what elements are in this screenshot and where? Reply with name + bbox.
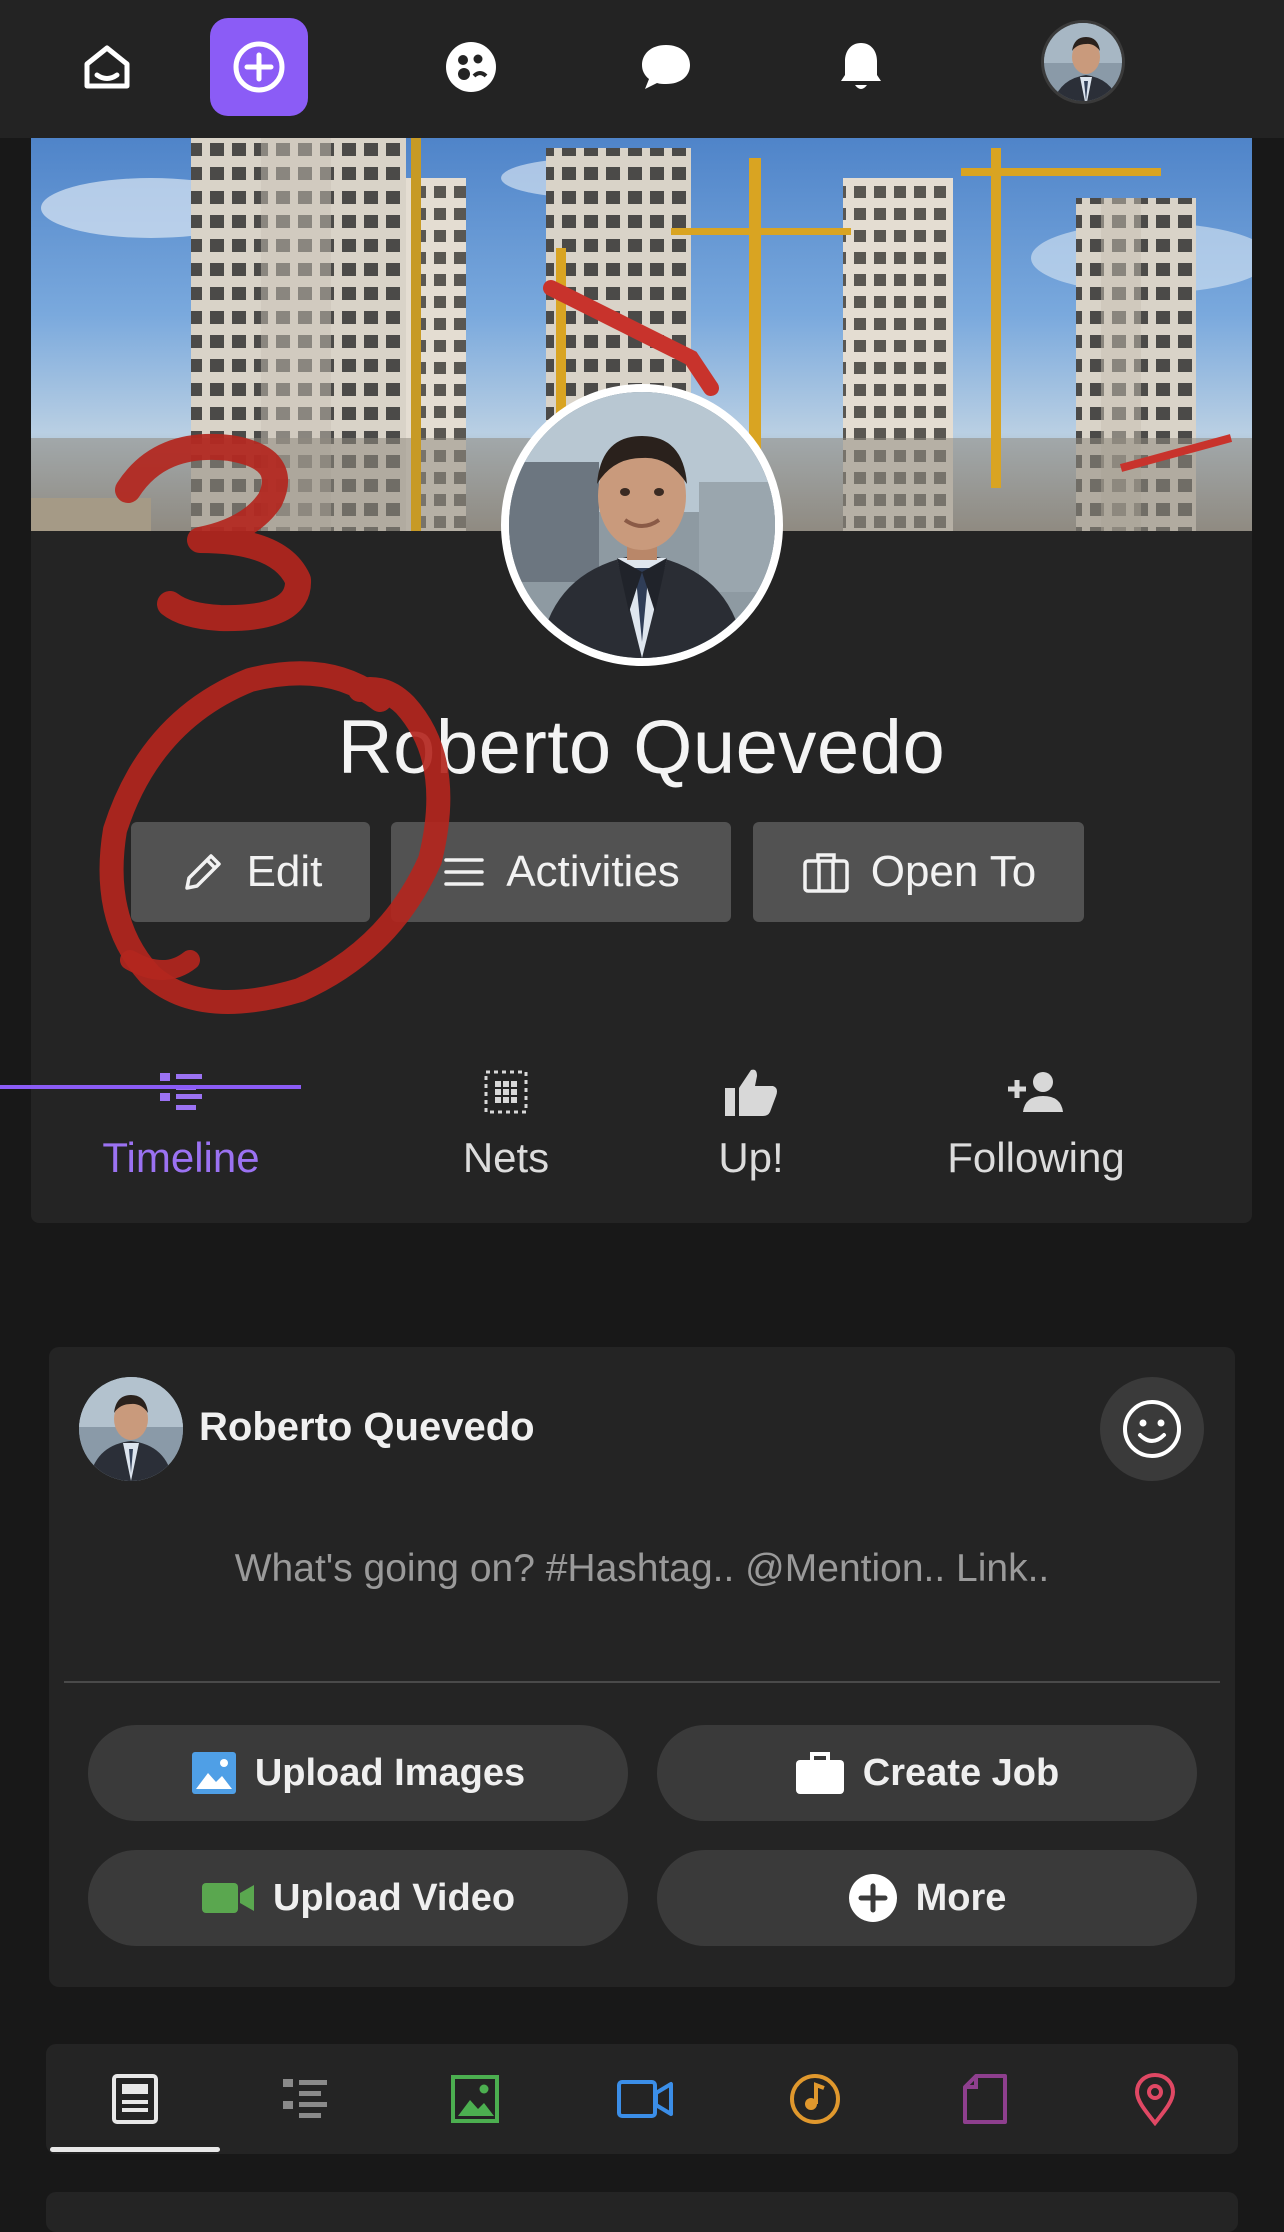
image-icon (451, 2075, 499, 2123)
upload-video-button[interactable]: Upload Video (88, 1850, 628, 1946)
tab-up[interactable]: Up! (651, 1038, 851, 1223)
tab-timeline[interactable]: Timeline (31, 1038, 331, 1223)
upload-images-label: Upload Images (254, 1751, 526, 1794)
activities-button[interactable]: Activities (391, 822, 731, 922)
active-content-type-indicator (50, 2147, 220, 2152)
profile-tabs: Timeline Nets Up! Following (31, 1038, 1252, 1223)
open-to-button-label: Open To (870, 847, 1037, 896)
home-icon (84, 45, 130, 89)
file-icon (963, 2074, 1007, 2124)
thumbs-up-icon (725, 1069, 777, 1116)
home-nav-button[interactable] (58, 18, 156, 116)
open-to-button[interactable]: Open To (753, 822, 1084, 922)
location-icon (1134, 2072, 1176, 2126)
top-navigation-bar (0, 0, 1284, 138)
upload-video-label: Upload Video (272, 1876, 516, 1919)
tab-following[interactable]: Following (886, 1038, 1186, 1223)
upload-images-button[interactable]: Upload Images (88, 1725, 628, 1821)
chat-bubble-icon (642, 45, 690, 89)
tab-timeline-label: Timeline (102, 1134, 260, 1181)
add-circle-icon (233, 41, 285, 93)
list-icon (283, 2079, 327, 2118)
edit-button-label: Edit (246, 847, 323, 896)
tab-locations[interactable] (1070, 2044, 1240, 2154)
plus-circle-icon (848, 1874, 897, 1922)
bell-icon (841, 43, 881, 89)
briefcase-icon (802, 853, 849, 893)
audio-icon (790, 2074, 840, 2124)
edit-button[interactable]: Edit (131, 822, 370, 922)
avatar[interactable] (1041, 20, 1125, 104)
grid-icon (484, 1070, 528, 1114)
more-button[interactable]: More (657, 1850, 1197, 1946)
timeline-icon (160, 1073, 202, 1110)
smiley-icon (1123, 1400, 1181, 1458)
person-add-icon (1008, 1072, 1063, 1112)
active-tab-indicator (0, 1085, 301, 1089)
tab-up-label: Up! (718, 1134, 784, 1181)
post-composer: Roberto Quevedo What's going on? #Hashta… (49, 1347, 1235, 1987)
tab-lists[interactable] (220, 2044, 390, 2154)
tab-videos[interactable] (560, 2044, 730, 2154)
profile-name: Roberto Quevedo (337, 705, 946, 790)
composer-user-name: Roberto Quevedo (199, 1405, 535, 1449)
video-icon (617, 2080, 673, 2118)
create-job-button[interactable]: Create Job (657, 1725, 1197, 1821)
content-type-tabs (46, 2044, 1238, 2154)
tab-files[interactable] (900, 2044, 1070, 2154)
composer-divider (64, 1681, 1220, 1683)
next-card (46, 2192, 1238, 2232)
notifications-nav-button[interactable] (812, 18, 910, 116)
activities-button-label: Activities (506, 847, 680, 896)
more-label: More (915, 1876, 1007, 1919)
community-icon (446, 42, 496, 92)
pencil-icon (184, 854, 221, 890)
image-icon (191, 1752, 236, 1794)
composer-avatar (79, 1377, 183, 1481)
list-lines-icon (444, 858, 484, 886)
tab-following-label: Following (947, 1134, 1125, 1181)
emoji-button[interactable] (1100, 1377, 1204, 1481)
composer-input[interactable]: What's going on? #Hashtag.. @Mention.. L… (49, 1547, 1235, 1591)
community-nav-button[interactable] (422, 18, 520, 116)
post-icon (112, 2074, 158, 2124)
tab-audio[interactable] (730, 2044, 900, 2154)
profile-photo[interactable] (501, 384, 783, 666)
briefcase-icon (795, 1752, 844, 1794)
tab-nets[interactable]: Nets (371, 1038, 641, 1223)
create-nav-button[interactable] (210, 18, 308, 116)
tab-posts[interactable] (50, 2044, 220, 2154)
video-camera-icon (201, 1883, 254, 1913)
create-job-label: Create Job (862, 1751, 1060, 1794)
messages-nav-button[interactable] (617, 18, 715, 116)
tab-nets-label: Nets (462, 1134, 550, 1181)
profile-header-card: Roberto Quevedo Edit Activities Open To (31, 138, 1252, 1223)
tab-images[interactable] (390, 2044, 560, 2154)
